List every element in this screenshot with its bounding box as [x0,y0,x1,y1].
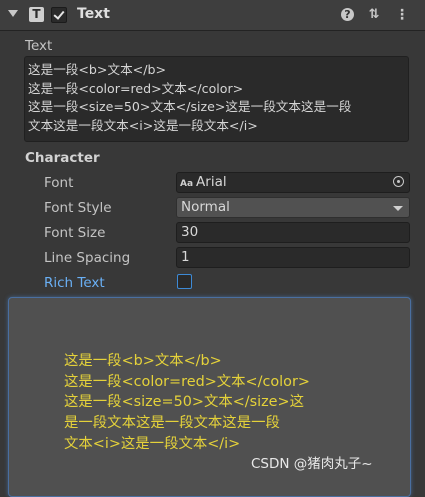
preview-text: 这是一段<b>文本</b> 这是一段<color=red>文本</color> … [64,353,310,452]
character-heading: Character [25,150,100,166]
watermark: CSDN @猪肉丸子~ [251,456,373,472]
font-style-dropdown[interactable]: Normal [176,197,410,218]
font-value: Arial [196,174,227,190]
fold-arrow-icon[interactable] [8,10,18,17]
line-spacing-input[interactable]: 1 [176,247,410,268]
text-input[interactable]: 这是一段<b>文本</b> 这是一段<color=red>文本</color> … [24,56,409,142]
component-header[interactable]: T Text ? ⇅ ⋮ [0,0,425,31]
font-size-input[interactable]: 30 [176,222,410,243]
line-spacing-label: Line Spacing [44,250,131,266]
font-asset-icon: Aa [180,179,194,189]
text-component-icon: T [29,7,44,22]
font-style-label: Font Style [44,200,112,216]
chevron-down-icon [393,206,403,211]
font-label: Font [44,175,74,191]
text-label: Text [25,38,53,54]
object-picker-icon[interactable] [393,176,404,187]
rich-text-label: Rich Text [44,275,105,291]
font-object-field[interactable]: Aa Arial [176,172,410,193]
preset-icon[interactable]: ⇅ [366,7,382,23]
rich-text-checkbox[interactable] [177,274,192,289]
font-style-value: Normal [181,199,230,215]
more-options-icon[interactable]: ⋮ [394,7,410,23]
component-title: Text [77,6,110,22]
component-enabled-checkbox[interactable] [51,7,67,23]
help-icon[interactable]: ? [341,8,354,21]
font-size-label: Font Size [44,225,106,241]
